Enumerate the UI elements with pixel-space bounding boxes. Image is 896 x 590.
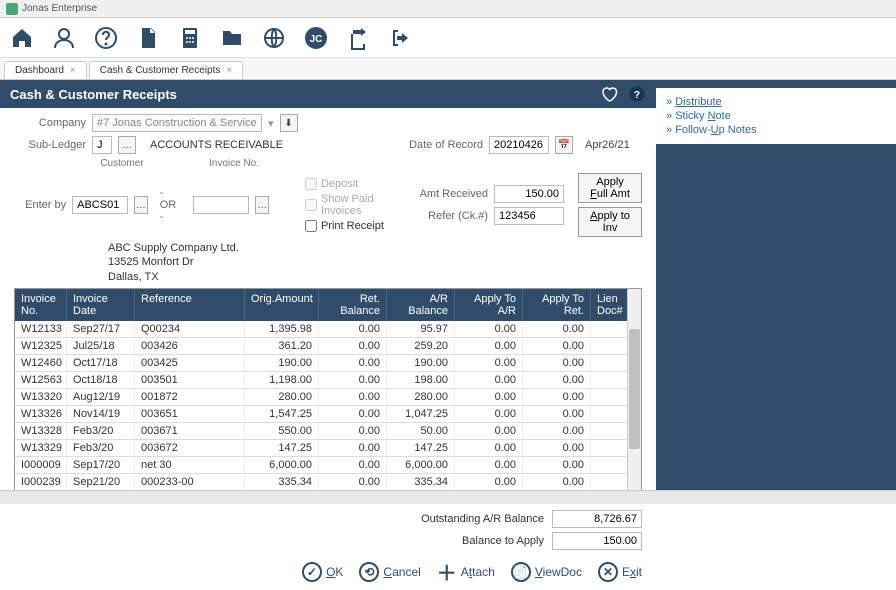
col-ar-balance[interactable]: A/R Balance (387, 289, 455, 321)
amt-received-input[interactable] (494, 185, 564, 203)
table-row[interactable]: W12325Jul25/18003426361.200.00259.200.00… (15, 338, 641, 355)
scrollbar-thumb[interactable] (629, 329, 640, 449)
table-row[interactable]: W13326Nov14/190036511,547.250.001,047.25… (15, 406, 641, 423)
table-row[interactable]: W13328Feb3/20003671550.000.0050.000.000.… (15, 423, 641, 440)
table-row[interactable]: W12133Sep27/17Q002341,395.980.0095.970.0… (15, 321, 641, 338)
subledger-desc: ACCOUNTS RECEIVABLE (150, 139, 283, 151)
calendar-icon[interactable]: 📅 (555, 136, 573, 154)
main-toolbar: JC (0, 18, 896, 58)
company-dropdown[interactable]: #7 Jonas Construction & Service (92, 114, 262, 132)
invoice-header: Invoice No. (204, 158, 264, 169)
cancel-button[interactable]: ⟲Cancel (359, 562, 420, 582)
date-of-record-input[interactable] (489, 136, 549, 154)
panel-title: Cash & Customer Receipts (10, 87, 177, 102)
help-icon[interactable] (92, 24, 120, 52)
close-icon[interactable]: × (226, 65, 232, 76)
company-info-button[interactable]: ⬇ (280, 114, 298, 132)
customer-lookup-button[interactable]: … (134, 196, 148, 214)
customer-address: ABC Supply Company Ltd. 13525 Monfort Dr… (108, 241, 642, 284)
show-paid-checkbox[interactable]: Show Paid Invoices (305, 193, 386, 217)
balance-apply-value (552, 532, 642, 550)
subledger-input[interactable] (92, 136, 112, 154)
subledger-label: Sub-Ledger (14, 139, 86, 151)
col-orig-amount[interactable]: Orig.Amount (245, 289, 319, 321)
print-receipt-checkbox[interactable]: Print Receipt (305, 220, 386, 232)
refer-input[interactable] (494, 207, 564, 225)
subledger-lookup-button[interactable]: … (118, 136, 136, 154)
table-row[interactable]: I000009Sep17/20net 306,000.000.006,000.0… (15, 457, 641, 474)
col-apply-ar[interactable]: Apply To A/R (455, 289, 523, 321)
ok-button[interactable]: ✓OK (302, 562, 343, 582)
deposit-checkbox[interactable]: Deposit (305, 178, 386, 190)
window-titlebar: Jonas Enterprise (0, 0, 896, 18)
scrollbar-track[interactable] (627, 289, 641, 501)
date-display: Apr26/21 (585, 139, 630, 151)
app-icon (6, 3, 18, 15)
tab-label: Cash & Customer Receipts (100, 65, 221, 76)
status-bar (0, 490, 896, 504)
invoice-lookup-button[interactable]: … (255, 196, 269, 214)
form-area: Company #7 Jonas Construction & Service … (0, 108, 656, 288)
user-icon[interactable] (50, 24, 78, 52)
svg-text:?: ? (634, 89, 640, 101)
outstanding-value (552, 510, 642, 528)
invoice-input[interactable] (193, 196, 249, 214)
apply-to-inv-button[interactable]: Apply to Inv (578, 207, 642, 237)
col-reference[interactable]: Reference (135, 289, 245, 321)
jc-icon[interactable]: JC (302, 24, 330, 52)
export-icon[interactable] (344, 24, 372, 52)
tab-dashboard[interactable]: Dashboard × (4, 61, 87, 79)
tab-cash-receipts[interactable]: Cash & Customer Receipts × (89, 61, 243, 79)
side-link-distribute[interactable]: » Distribute (666, 96, 886, 108)
company-label: Company (14, 117, 86, 129)
balance-apply-label: Balance to Apply (462, 535, 544, 547)
calculator-icon[interactable] (176, 24, 204, 52)
col-apply-ret[interactable]: Apply To Ret. (523, 289, 591, 321)
refer-label: Refer (Ck.#) (412, 210, 488, 222)
table-row[interactable]: W13320Aug12/19001872280.000.00280.000.00… (15, 389, 641, 406)
tab-strip: Dashboard × Cash & Customer Receipts × (0, 58, 896, 80)
col-ret-balance[interactable]: Ret. Balance (319, 289, 387, 321)
globe-icon[interactable] (260, 24, 288, 52)
or-label: - OR - (160, 187, 182, 223)
side-link-followup[interactable]: » Follow-Up Notes (666, 124, 886, 136)
grid-body[interactable]: W12133Sep27/17Q002341,395.980.0095.970.0… (15, 321, 641, 501)
action-bar: ✓OK ⟲Cancel ＋Attach 📄ViewDoc ✕Exit (0, 558, 656, 590)
table-row[interactable]: I000239Sep21/20000233-00335.340.00335.34… (15, 474, 641, 491)
side-panel: » Distribute » Sticky Note » Follow-Up N… (656, 80, 896, 504)
app-title: Jonas Enterprise (22, 3, 97, 14)
amt-received-label: Amt Received (412, 188, 488, 200)
tab-label: Dashboard (15, 65, 64, 76)
table-row[interactable]: W13329Feb3/20003672147.250.00147.250.000… (15, 440, 641, 457)
side-link-sticky-note[interactable]: » Sticky Note (666, 110, 886, 122)
attach-button[interactable]: ＋Attach (437, 562, 495, 582)
enterby-label: Enter by (14, 199, 66, 211)
svg-text:JC: JC (310, 34, 323, 45)
logout-icon[interactable] (386, 24, 414, 52)
apply-full-amt-button[interactable]: Apply Full Amt (578, 173, 642, 203)
viewdoc-button[interactable]: 📄ViewDoc (511, 562, 582, 582)
col-invoice-no[interactable]: Invoice No. (15, 289, 67, 321)
invoice-grid: Invoice No. Invoice Date Reference Orig.… (14, 288, 642, 502)
help-circle-icon[interactable]: ? (628, 85, 646, 103)
panel-header: Cash & Customer Receipts ? (0, 80, 656, 108)
table-row[interactable]: W12563Oct18/180035011,198.000.00198.000.… (15, 372, 641, 389)
customer-input[interactable] (72, 196, 128, 214)
document-icon[interactable] (134, 24, 162, 52)
home-icon[interactable] (8, 24, 36, 52)
heart-icon[interactable] (600, 85, 618, 103)
table-row[interactable]: W12460Oct17/18003425190.000.00190.000.00… (15, 355, 641, 372)
exit-button[interactable]: ✕Exit (598, 562, 642, 582)
col-invoice-date[interactable]: Invoice Date (67, 289, 135, 321)
customer-header: Customer (92, 158, 152, 169)
folder-icon[interactable] (218, 24, 246, 52)
close-icon[interactable]: × (70, 65, 76, 76)
grid-header-row: Invoice No. Invoice Date Reference Orig.… (15, 289, 641, 321)
date-of-record-label: Date of Record (409, 139, 483, 151)
outstanding-label: Outstanding A/R Balance (421, 513, 544, 525)
